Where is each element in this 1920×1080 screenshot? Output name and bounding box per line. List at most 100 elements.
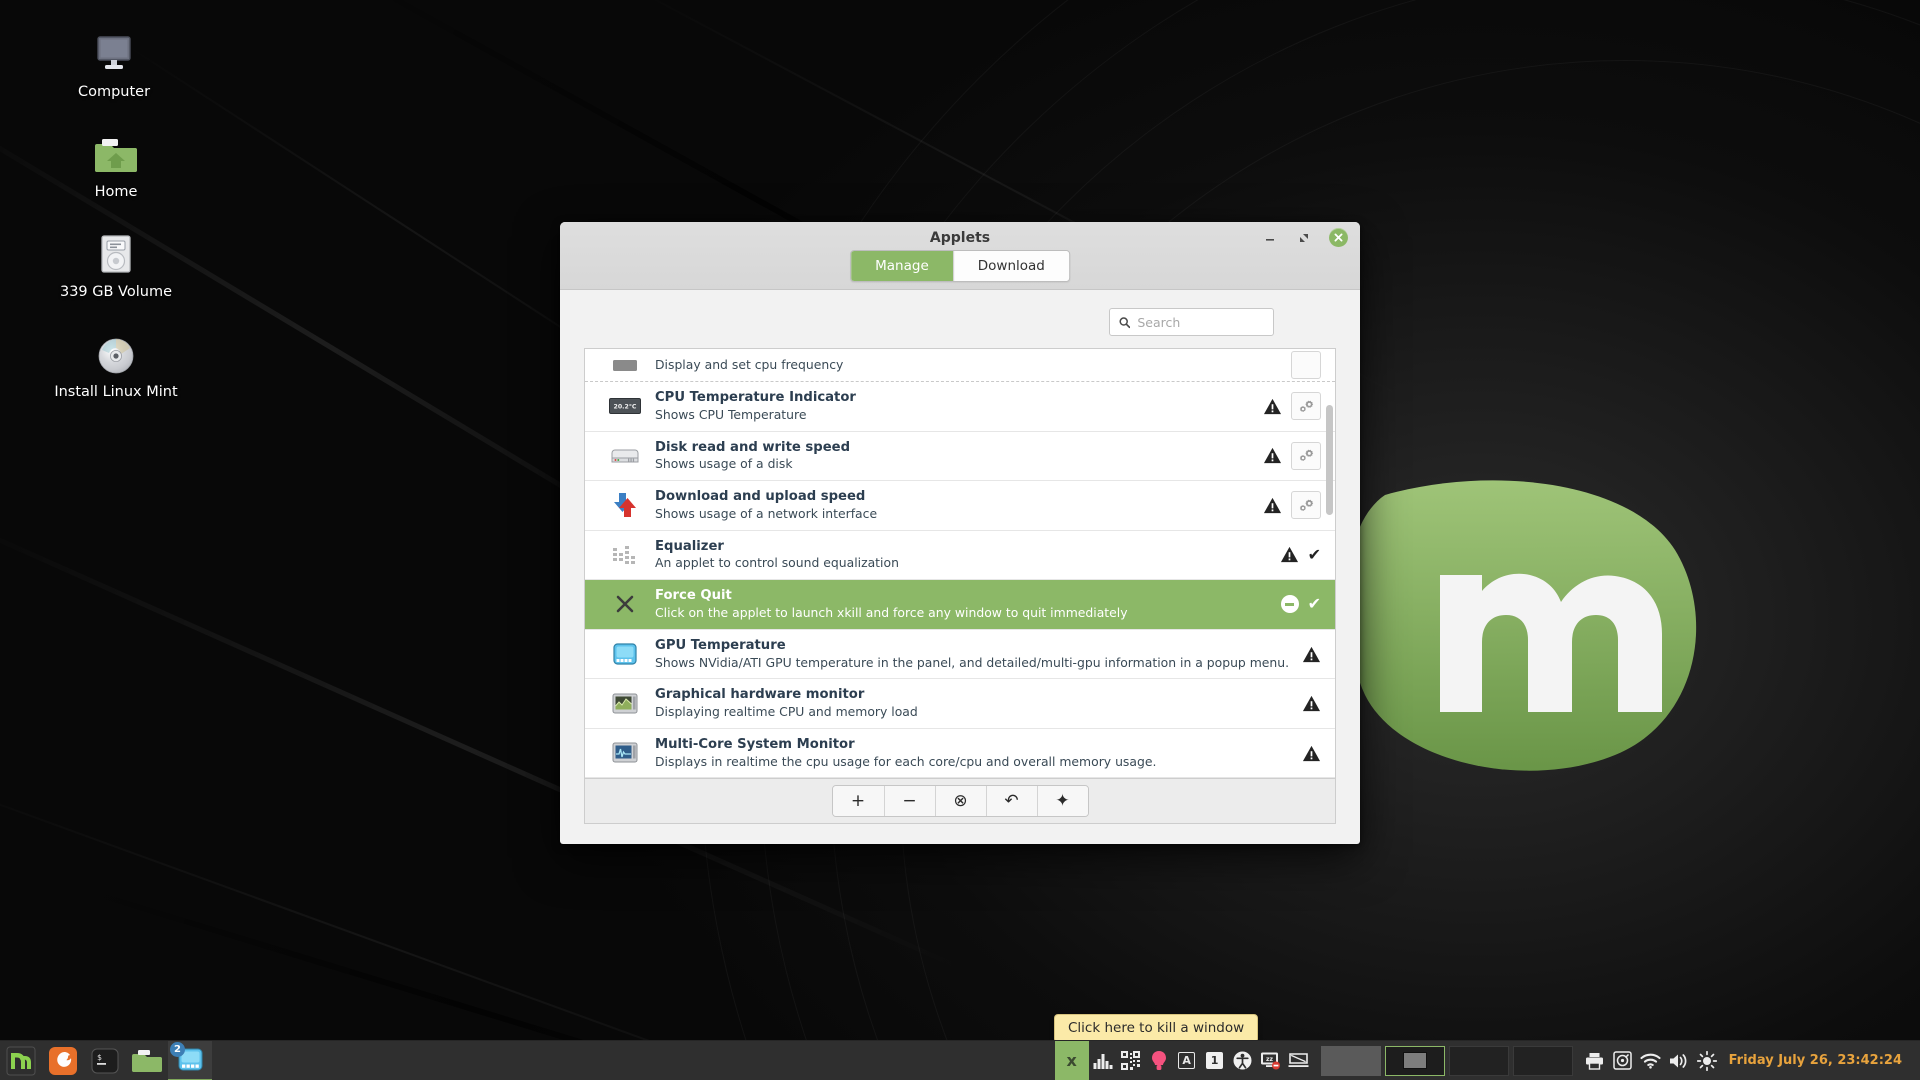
update-manager-icon[interactable]: [1609, 1041, 1637, 1080]
table-row[interactable]: 20.2°C CPU Temperature Indicator Shows C…: [585, 382, 1335, 432]
home-folder-icon: [55, 124, 177, 176]
warning-icon: [1280, 547, 1298, 563]
applet-description: Display and set cpu frequency: [655, 356, 844, 372]
applet-description: Displays in realtime the cpu usage for e…: [655, 753, 1157, 769]
workspace-switcher[interactable]: [1313, 1045, 1581, 1076]
list-scrollbar[interactable]: [1326, 383, 1333, 768]
qr-code-icon[interactable]: [1117, 1041, 1145, 1080]
table-row[interactable]: Disk read and write speed Shows usage of…: [585, 432, 1335, 482]
row-actions: [1292, 694, 1321, 713]
hardware-monitor-icon: [609, 688, 641, 720]
table-row[interactable]: Download and upload speed Shows usage of…: [585, 481, 1335, 531]
configure-button[interactable]: [1291, 441, 1321, 470]
maximize-icon[interactable]: [1295, 229, 1313, 247]
applet-name: Download and upload speed: [655, 489, 866, 505]
enabled-check-icon: ✔: [1307, 544, 1321, 564]
table-row[interactable]: Display and set cpu frequency: [585, 349, 1335, 382]
brightness-icon[interactable]: [1693, 1041, 1721, 1080]
window-titlebar[interactable]: Applets Manage Download: [560, 222, 1360, 290]
desktop-icon-computer[interactable]: Computer: [53, 24, 175, 101]
search-icon: [1119, 316, 1131, 328]
row-actions: ✔: [1271, 595, 1321, 614]
search-box[interactable]: [1109, 308, 1274, 336]
uninstall-applet-button[interactable]: ⊗: [934, 786, 986, 817]
close-icon[interactable]: [1329, 228, 1348, 247]
equalizer-icon: [609, 539, 641, 571]
remove-applet-button[interactable]: −: [883, 786, 935, 817]
multi-core-monitor-icon: [609, 737, 641, 769]
scrollbar-thumb[interactable]: [1326, 405, 1333, 515]
firefox-icon[interactable]: [42, 1041, 84, 1080]
configure-button[interactable]: [1291, 491, 1321, 520]
row-actions: [1281, 351, 1321, 379]
linux-mint-menu-icon[interactable]: [0, 1041, 42, 1080]
table-row[interactable]: Multi-Core System Monitor Displays in re…: [585, 729, 1335, 779]
window-controls: [1261, 228, 1348, 247]
row-actions: [1292, 744, 1321, 763]
workspace-3[interactable]: [1448, 1045, 1509, 1076]
tab-manage[interactable]: Manage: [851, 251, 953, 281]
keyboard-layout-icon[interactable]: A: [1173, 1041, 1201, 1080]
warning-icon: [1263, 398, 1282, 414]
desktop-icon-home[interactable]: Home: [55, 124, 177, 201]
applet-info: Display and set cpu frequency: [655, 350, 1281, 381]
display-icon[interactable]: [1285, 1041, 1313, 1080]
search-input[interactable]: [1137, 314, 1264, 330]
warning-icon: [1302, 646, 1321, 662]
applet-description: Click on the applet to launch xkill and …: [655, 605, 1128, 620]
workspace-number-icon[interactable]: 1: [1201, 1041, 1229, 1080]
table-row-selected[interactable]: Force Quit Click on the applet to launch…: [585, 580, 1335, 630]
workspace-4[interactable]: [1512, 1045, 1573, 1076]
clock[interactable]: Friday July 26, 23:42:24: [1721, 1053, 1914, 1068]
accessibility-icon[interactable]: [1229, 1041, 1257, 1080]
files-icon[interactable]: [126, 1041, 168, 1080]
search-row: [584, 290, 1336, 348]
desktop-icon-volume[interactable]: 339 GB Volume: [55, 224, 177, 301]
volume-icon[interactable]: [1665, 1041, 1693, 1080]
applet-toolbar: + − ⊗ ↶ ✦: [584, 778, 1336, 825]
printer-icon[interactable]: [1581, 1041, 1609, 1080]
row-actions: ✔: [1270, 545, 1321, 564]
applet-info: Graphical hardware monitor Displaying re…: [655, 679, 1292, 728]
minimize-icon[interactable]: [1261, 229, 1279, 247]
add-applet-button[interactable]: +: [832, 786, 884, 817]
table-row[interactable]: Equalizer An applet to control sound equ…: [585, 531, 1335, 581]
applet-name: Disk read and write speed: [655, 439, 851, 455]
terminal-icon[interactable]: $: [84, 1041, 126, 1080]
warning-icon: [1263, 448, 1282, 464]
screen-sleep-icon[interactable]: zz: [1257, 1041, 1285, 1080]
cpu-temperature-icon: 20.2°C: [609, 390, 641, 422]
highlight-applet-button[interactable]: ✦: [1036, 786, 1088, 817]
wifi-icon[interactable]: [1637, 1041, 1665, 1080]
applets-window[interactable]: Applets Manage Download Search Display a…: [560, 222, 1360, 844]
svg-text:zz: zz: [1266, 1056, 1273, 1063]
workspace-1[interactable]: [1320, 1045, 1381, 1076]
remove-icon[interactable]: [1280, 595, 1299, 614]
hard-disk-icon: [55, 224, 177, 276]
applet-list-scroll[interactable]: Display and set cpu frequency 20.2°C CPU…: [585, 349, 1335, 779]
mode-tabs[interactable]: Manage Download: [850, 250, 1070, 282]
cpu-frequency-icon: [609, 349, 641, 381]
table-row[interactable]: GPU Temperature Shows NVidia/ATI GPU tem…: [585, 630, 1335, 680]
desktop-icon-label: Home: [94, 184, 138, 200]
gear-icon: [1299, 449, 1313, 462]
applet-description: Shows usage of a disk: [655, 456, 793, 472]
equalizer-tray-icon[interactable]: [1089, 1041, 1117, 1080]
applet-description: Displaying realtime CPU and memory load: [655, 704, 918, 720]
configure-button[interactable]: [1291, 351, 1321, 379]
restore-defaults-button[interactable]: ↶: [985, 786, 1037, 817]
desktop-icon-install-linux-mint[interactable]: Install Linux Mint: [42, 324, 190, 401]
tab-download[interactable]: Download: [952, 251, 1069, 281]
row-actions: [1253, 441, 1321, 470]
network-arrows-icon: [609, 489, 641, 521]
xkill-icon[interactable]: x: [1054, 1040, 1089, 1080]
workspace-2[interactable]: [1384, 1045, 1445, 1076]
configure-button[interactable]: [1291, 392, 1321, 421]
applet-list[interactable]: Display and set cpu frequency 20.2°C CPU…: [584, 348, 1336, 779]
table-row[interactable]: Graphical hardware monitor Displaying re…: [585, 679, 1335, 729]
taskbar-panel[interactable]: $ 2 x A 1 zz Friday July 26, 23:42:24: [0, 1040, 1920, 1080]
disk-drive-icon: [609, 440, 641, 472]
taskbar-window-applets[interactable]: 2: [168, 1040, 212, 1080]
applet-info: CPU Temperature Indicator Shows CPU Temp…: [655, 382, 1253, 431]
lightbulb-icon[interactable]: [1145, 1041, 1173, 1080]
